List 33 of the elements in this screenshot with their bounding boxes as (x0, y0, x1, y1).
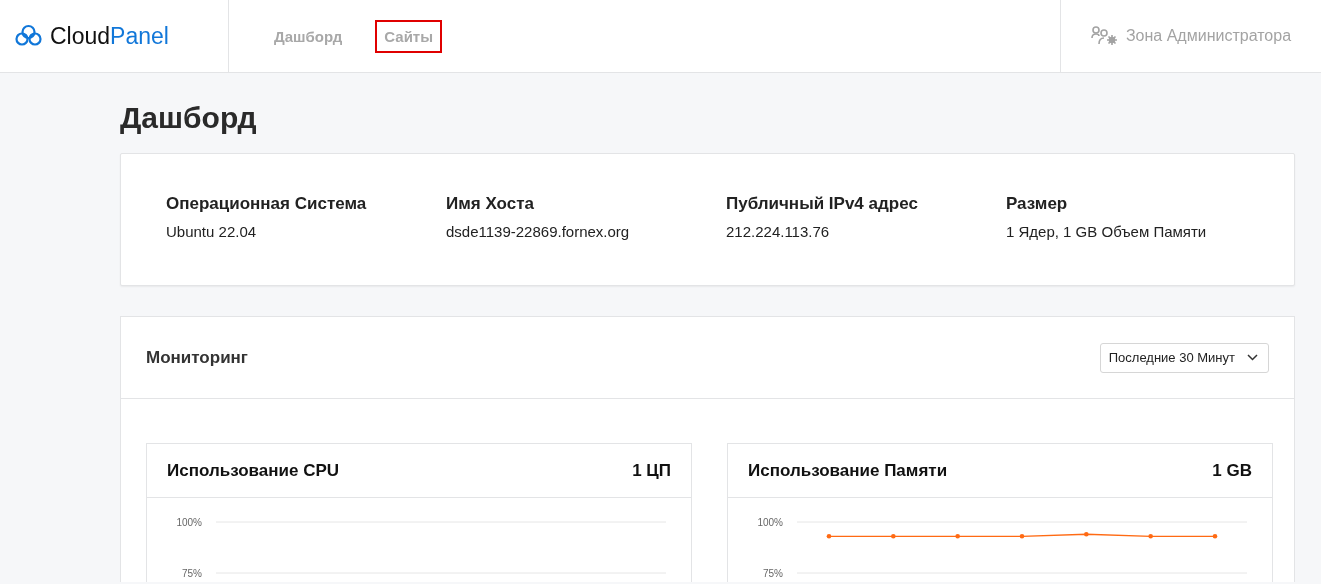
axis-tick-label: 75% (182, 568, 202, 579)
logo-text: CloudPanel (50, 22, 169, 50)
info-value: 1 Ядер, 1 GB Объем Памяти (1006, 223, 1208, 240)
data-point (1084, 531, 1089, 537)
chart-capacity: 1 GB (1212, 460, 1252, 481)
info-label: Публичный IPv4 адрес (726, 194, 919, 214)
info-label: Операционная Система (166, 194, 368, 214)
data-point (1148, 534, 1153, 539)
monitoring-title: Мониторинг (146, 347, 248, 368)
axis-tick-label: 100% (757, 517, 783, 528)
data-point (1019, 534, 1025, 539)
cloud-logo-icon (15, 24, 42, 48)
data-point (826, 534, 832, 539)
data-point (1212, 534, 1218, 539)
users-gear-icon (1090, 26, 1118, 46)
axis-tick-label: 75% (763, 568, 783, 579)
info-value: dsde1139-22869.fornex.org (446, 223, 631, 240)
data-point (891, 534, 896, 539)
admin-zone-link[interactable]: Зона Администратора (1060, 0, 1321, 72)
info-value: 212.224.113.76 (726, 223, 831, 240)
nav-link[interactable]: Дашборд (265, 19, 352, 53)
axis-tick-label: 100% (176, 517, 202, 528)
period-select[interactable]: Последние 30 Минут (1099, 342, 1269, 373)
info-label: Размер (1006, 194, 1069, 214)
chevron-down-icon (1247, 354, 1258, 361)
chart-capacity: 1 ЦП (632, 460, 671, 481)
page-title: Дашборд (120, 100, 258, 136)
info-value: Ubuntu 22.04 (166, 223, 258, 240)
data-point (955, 534, 960, 539)
chart-title: Использование Памяти (748, 460, 948, 481)
info-label: Имя Хоста (446, 194, 535, 214)
nav-link[interactable]: Сайты (375, 19, 443, 53)
chart-title: Использование CPU (167, 460, 340, 481)
